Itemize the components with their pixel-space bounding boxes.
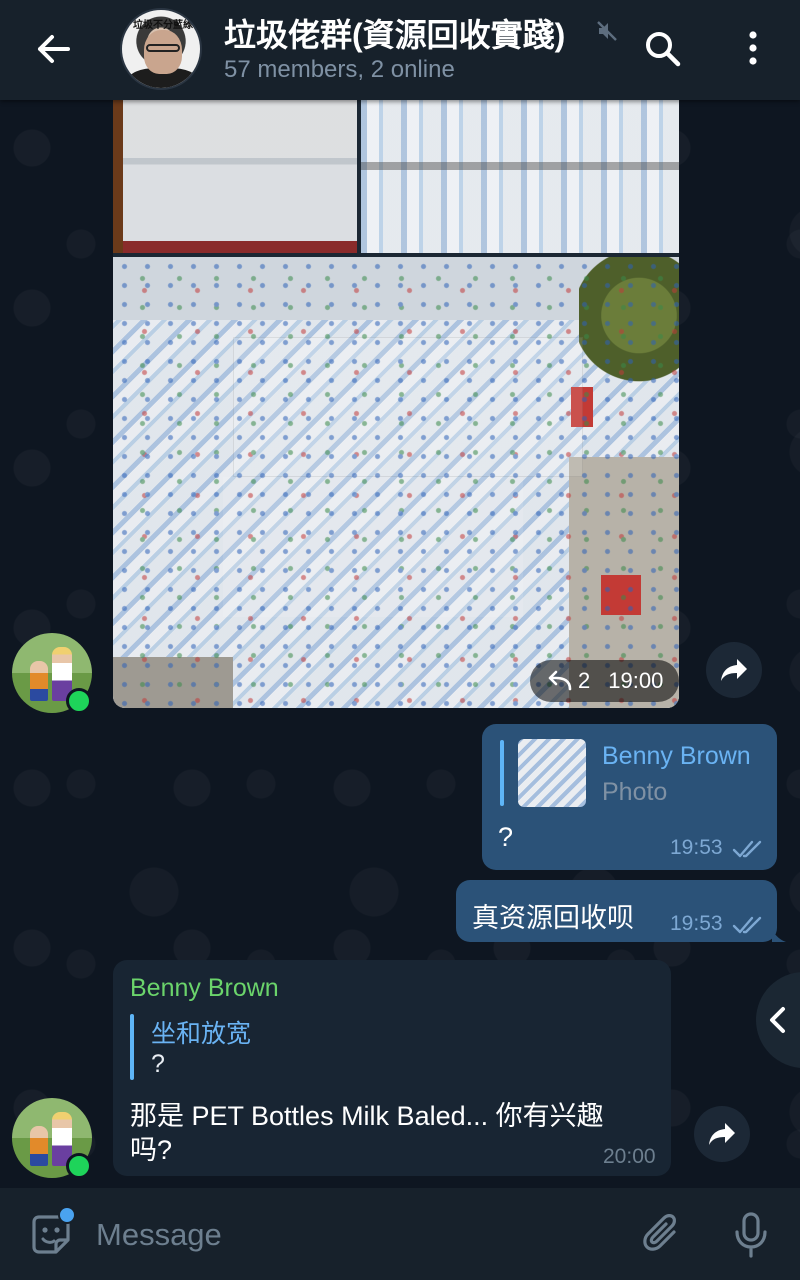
mute-icon xyxy=(597,21,617,41)
attach-button[interactable] xyxy=(640,1212,686,1258)
avatar-kid xyxy=(30,1126,48,1166)
forward-icon xyxy=(721,659,747,681)
double-check-icon xyxy=(732,840,762,858)
online-indicator xyxy=(66,688,92,714)
reply-bar xyxy=(130,1014,134,1080)
voice-message-button[interactable] xyxy=(728,1210,774,1260)
bubble-tail xyxy=(772,930,786,942)
message-time: 20:00 xyxy=(603,1145,656,1168)
photo-band xyxy=(361,162,679,170)
avatar-face xyxy=(144,30,182,74)
message-input[interactable] xyxy=(96,1208,616,1262)
back-button[interactable] xyxy=(28,26,78,72)
album-photo-2[interactable] xyxy=(361,100,679,253)
album-time: 19:00 xyxy=(608,668,664,693)
microphone-icon xyxy=(735,1212,767,1258)
message-composer xyxy=(0,1188,800,1280)
reply-preview-text: Photo xyxy=(602,778,668,806)
forward-button[interactable] xyxy=(694,1106,750,1162)
message-text: 真资源回收呗 xyxy=(472,903,634,933)
forward-icon xyxy=(709,1123,735,1145)
paperclip-icon xyxy=(643,1214,676,1251)
message-text: ? xyxy=(498,822,514,852)
message-bubble-in[interactable]: Benny Brown 坐和放宽 ? 那是 PET Bottles Milk B… xyxy=(113,960,671,1176)
chat-subtitle: 57 members, 2 online xyxy=(224,56,455,83)
reply-preview-text: ? xyxy=(151,1050,165,1078)
album-photo-1[interactable] xyxy=(113,100,357,253)
back-arrow-icon xyxy=(38,35,70,63)
message-time: 19:53 xyxy=(670,912,723,935)
online-indicator xyxy=(66,1153,92,1179)
more-options-button[interactable] xyxy=(730,26,776,72)
album-meta[interactable]: 2 19:00 xyxy=(530,660,680,702)
avatar-caption: 垃圾不分藍綠 xyxy=(133,20,193,31)
group-avatar[interactable]: 垃圾不分藍綠 xyxy=(120,8,202,90)
reply-bar xyxy=(500,740,504,806)
photo-album[interactable] xyxy=(113,100,679,708)
message-bubble-out[interactable]: 真资源回收呗 19:53 xyxy=(456,880,777,942)
album-photo-3[interactable] xyxy=(113,257,679,708)
more-vertical-icon xyxy=(749,31,757,65)
message-text-line1: 那是 PET Bottles Milk Baled... 你有兴趣 xyxy=(130,1101,604,1131)
message-bubble-out[interactable]: Benny Brown Photo ? 19:53 xyxy=(482,724,777,870)
reply-thumbnail xyxy=(518,739,586,807)
sender-name[interactable]: Benny Brown xyxy=(130,974,279,1003)
message-time: 19:53 xyxy=(670,836,723,859)
photo-texture xyxy=(113,257,679,708)
reply-count-icon xyxy=(548,670,572,691)
album-reply-count: 2 xyxy=(578,668,591,693)
avatar-glasses xyxy=(146,44,180,52)
chat-title[interactable]: 垃圾佬群(資源回收實踐) xyxy=(224,10,565,56)
double-check-icon xyxy=(732,916,762,934)
photo-edge xyxy=(113,100,123,253)
chat-header: 垃圾不分藍綠 垃圾佬群(資源回收實踐) 57 members, 2 online xyxy=(0,0,800,100)
reply-sender-name: 坐和放宽 xyxy=(151,1020,252,1048)
search-button[interactable] xyxy=(640,26,686,72)
new-stickers-dot xyxy=(58,1206,76,1224)
message-text-line2: 吗? xyxy=(130,1135,173,1165)
chevron-left-icon xyxy=(770,1007,785,1033)
search-icon xyxy=(646,32,681,67)
avatar-kid xyxy=(30,661,48,701)
reply-sender-name: Benny Brown xyxy=(602,742,751,770)
forward-button[interactable] xyxy=(706,642,762,698)
